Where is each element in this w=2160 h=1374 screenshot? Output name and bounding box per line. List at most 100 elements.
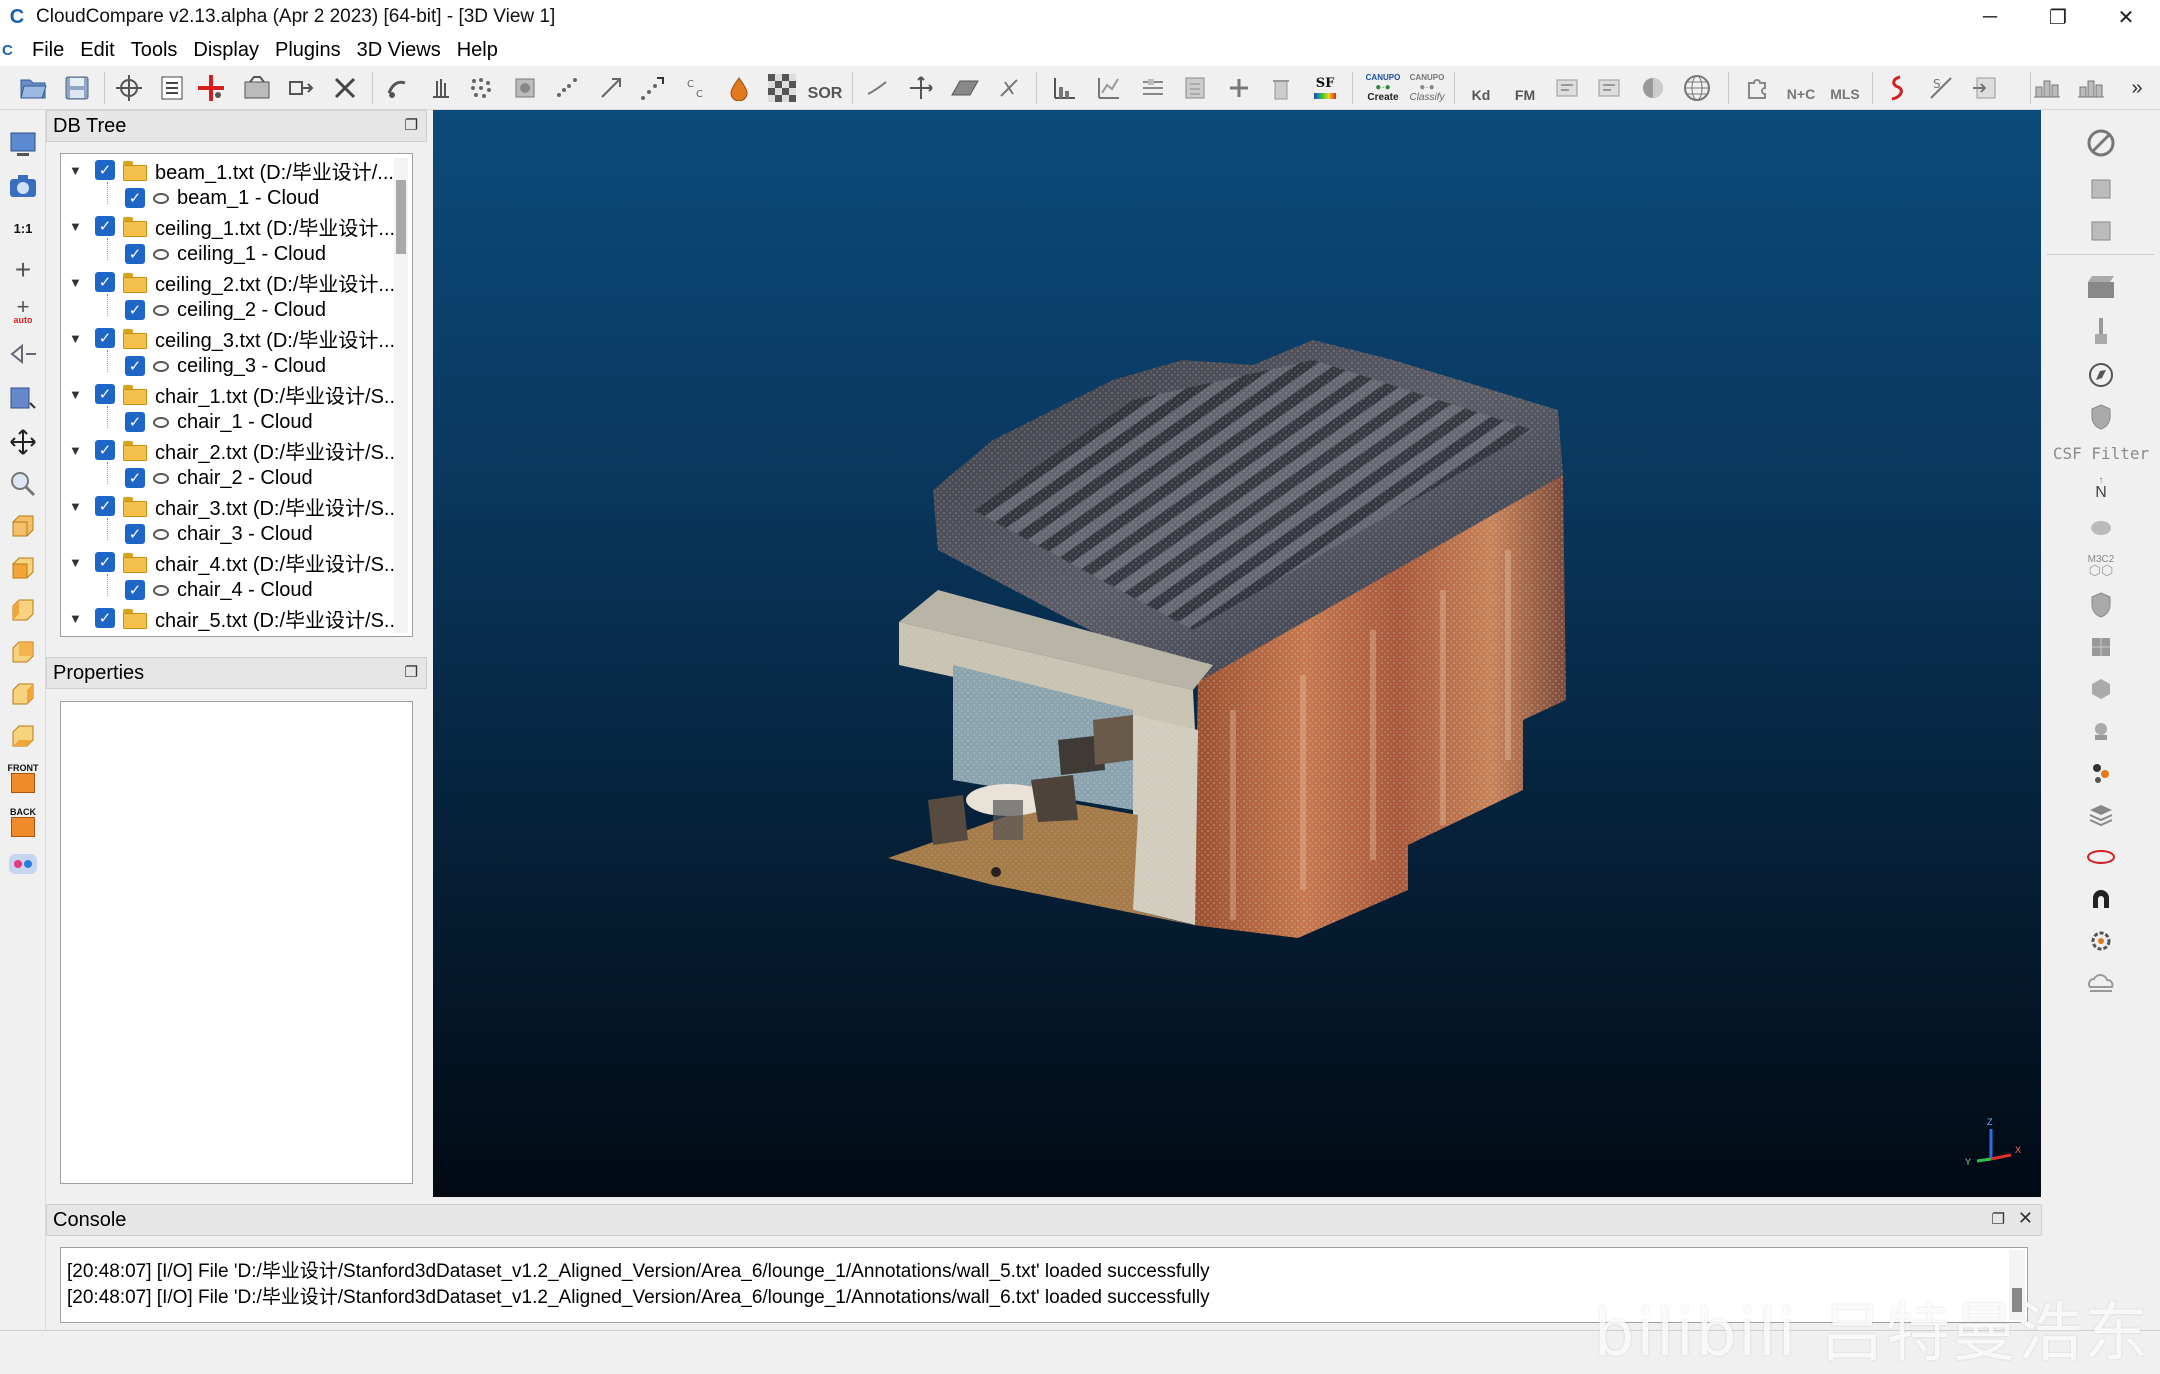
- tree-item-beam-1[interactable]: ▼ ✓ beam_1.txt (D:/毕业设计/...: [69, 156, 394, 184]
- doc-b-icon[interactable]: [2083, 214, 2119, 248]
- checkbox[interactable]: ✓: [95, 272, 115, 292]
- cloud-layers-icon[interactable]: [2083, 966, 2119, 1000]
- tree-child-chair-2-cloud[interactable]: ✓ chair_2 - Cloud: [125, 464, 313, 492]
- tree-child-ceiling-1-cloud[interactable]: ✓ ceiling_1 - Cloud: [125, 240, 326, 268]
- raster-icon[interactable]: [2083, 630, 2119, 664]
- globe-icon[interactable]: [1680, 72, 1714, 104]
- expand-arrow-icon[interactable]: ▼: [69, 443, 83, 458]
- iso-front-view-icon[interactable]: FRONT: [5, 760, 41, 796]
- tree-child-chair-3-cloud[interactable]: ✓ chair_3 - Cloud: [125, 520, 313, 548]
- sf-icon[interactable]: SF: [1308, 72, 1342, 104]
- minimize-button[interactable]: ─: [1956, 0, 2024, 34]
- checkbox[interactable]: ✓: [125, 300, 145, 320]
- tree-child-beam-1-cloud[interactable]: ✓ beam_1 - Cloud: [125, 184, 319, 212]
- checkbox[interactable]: ✓: [95, 496, 115, 516]
- close-button[interactable]: ✕: [2092, 0, 2160, 34]
- expand-arrow-icon[interactable]: ▼: [69, 331, 83, 346]
- city-classify-icon[interactable]: [2074, 72, 2108, 104]
- camera-icon[interactable]: [5, 168, 41, 204]
- ambient-occlusion-icon[interactable]: [1636, 72, 1670, 104]
- clean-icon[interactable]: [240, 72, 274, 104]
- restore-button[interactable]: ❐: [2024, 0, 2092, 34]
- arch-icon[interactable]: [2083, 882, 2119, 916]
- auto-pivot-icon[interactable]: + auto: [5, 294, 41, 330]
- iso-back-view-icon[interactable]: BACK: [5, 804, 41, 840]
- menu-tools[interactable]: Tools: [123, 39, 186, 62]
- cloud-plugin-icon[interactable]: [2083, 510, 2119, 544]
- checkbox[interactable]: ✓: [125, 412, 145, 432]
- checkbox[interactable]: ✓: [95, 328, 115, 348]
- checkbox[interactable]: ✓: [95, 608, 115, 628]
- normals-icon[interactable]: [424, 72, 458, 104]
- normals-color-icon[interactable]: N+C: [1784, 72, 1818, 104]
- histogram-icon[interactable]: [1048, 72, 1082, 104]
- top-view-icon[interactable]: [5, 508, 41, 544]
- fullscreen-icon[interactable]: [5, 126, 41, 162]
- checkbox[interactable]: ✓: [125, 244, 145, 264]
- expand-arrow-icon[interactable]: ▼: [69, 219, 83, 234]
- gear-plugin-icon[interactable]: [2083, 924, 2119, 958]
- fine-registration-icon[interactable]: [636, 72, 670, 104]
- plane-icon[interactable]: [948, 72, 982, 104]
- normals-n-icon[interactable]: ↑ N: [2083, 470, 2119, 504]
- doc-icon[interactable]: [2083, 172, 2119, 206]
- menu-display[interactable]: Display: [185, 39, 267, 62]
- save-icon[interactable]: [60, 72, 94, 104]
- grid-icon[interactable]: [508, 72, 542, 104]
- menu-3d-views[interactable]: 3D Views: [349, 39, 449, 62]
- zoom-one-to-one-button[interactable]: 1:1: [5, 210, 41, 246]
- city-icon[interactable]: [2030, 72, 2064, 104]
- trace-polyline-icon[interactable]: [860, 72, 894, 104]
- move-icon[interactable]: [5, 424, 41, 460]
- tree-item-chair-3[interactable]: ▼ ✓ chair_3.txt (D:/毕业设计/S...: [69, 492, 401, 520]
- point-picking-icon[interactable]: [112, 72, 146, 104]
- canupo-classify-icon[interactable]: CANUPO ●·● Classify: [1406, 72, 1448, 104]
- tree-child-ceiling-2-cloud[interactable]: ✓ ceiling_2 - Cloud: [125, 296, 326, 324]
- delete-sf-icon[interactable]: [1264, 72, 1298, 104]
- scrollbar-thumb[interactable]: [396, 180, 406, 254]
- float-dock-icon[interactable]: ❐: [405, 116, 418, 134]
- expand-arrow-icon[interactable]: ▼: [69, 499, 83, 514]
- color-icon[interactable]: [722, 72, 756, 104]
- checkbox[interactable]: ✓: [125, 468, 145, 488]
- tree-child-ceiling-3-cloud[interactable]: ✓ ceiling_3 - Cloud: [125, 352, 326, 380]
- compass-icon[interactable]: [2083, 358, 2119, 392]
- plugin-b-icon[interactable]: [1592, 72, 1626, 104]
- mls-icon[interactable]: MLS: [1828, 72, 1862, 104]
- tree-item-chair-4[interactable]: ▼ ✓ chair_4.txt (D:/毕业设计/S...: [69, 548, 401, 576]
- color-segment-icon[interactable]: [2083, 756, 2119, 790]
- expand-arrow-icon[interactable]: ▼: [69, 611, 83, 626]
- plugin-a-icon[interactable]: [1550, 72, 1584, 104]
- float-dock-icon[interactable]: ❐: [405, 663, 418, 681]
- sf-filter-icon[interactable]: [1136, 72, 1170, 104]
- checkbox[interactable]: ✓: [125, 524, 145, 544]
- toolbar-overflow-button[interactable]: »: [2120, 72, 2154, 104]
- subsample-icon[interactable]: [464, 72, 498, 104]
- checkbox[interactable]: ✓: [125, 580, 145, 600]
- tree-item-ceiling-2[interactable]: ▼ ✓ ceiling_2.txt (D:/毕业设计...: [69, 268, 395, 296]
- ransac-icon[interactable]: [2083, 714, 2119, 748]
- tree-item-chair-5[interactable]: ▼ ✓ chair_5.txt (D:/毕业设计/S...: [69, 604, 401, 632]
- back-view-icon[interactable]: [5, 634, 41, 670]
- hexagon-icon[interactable]: [2083, 672, 2119, 706]
- list-icon[interactable]: [155, 72, 189, 104]
- expand-arrow-icon[interactable]: ▼: [69, 275, 83, 290]
- checkbox[interactable]: ✓: [125, 188, 145, 208]
- open-file-icon[interactable]: [16, 72, 50, 104]
- checkbox[interactable]: ✓: [95, 160, 115, 180]
- menu-plugins[interactable]: Plugins: [267, 39, 349, 62]
- tree-item-chair-2[interactable]: ▼ ✓ chair_2.txt (D:/毕业设计/S...: [69, 436, 401, 464]
- checkbox[interactable]: ✓: [125, 356, 145, 376]
- properties-panel[interactable]: [60, 701, 413, 1184]
- segment-icon[interactable]: [992, 72, 1026, 104]
- menu-help[interactable]: Help: [449, 39, 506, 62]
- clapperboard-icon[interactable]: [2083, 270, 2119, 304]
- puzzle-icon[interactable]: [1740, 72, 1774, 104]
- stroke-icon[interactable]: [1880, 72, 1914, 104]
- checkbox[interactable]: ✓: [95, 440, 115, 460]
- sor-filter-icon[interactable]: SOR: [808, 72, 843, 104]
- brush-icon[interactable]: [2083, 314, 2119, 348]
- checkbox[interactable]: ✓: [95, 384, 115, 404]
- shield-icon[interactable]: [2083, 400, 2119, 434]
- delete-icon[interactable]: [328, 72, 362, 104]
